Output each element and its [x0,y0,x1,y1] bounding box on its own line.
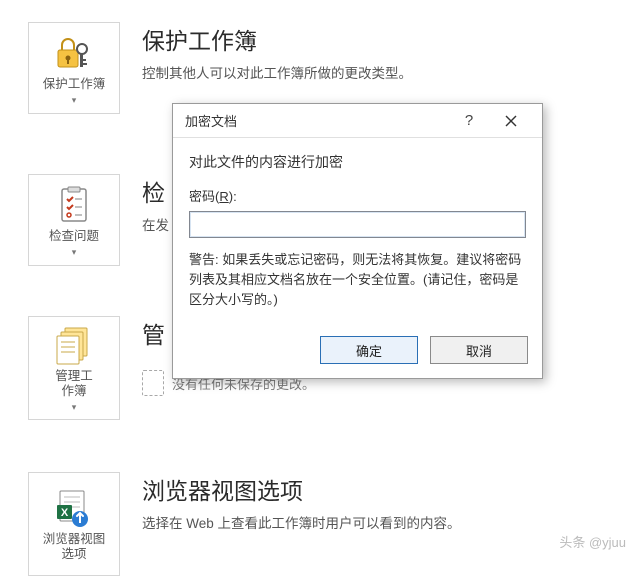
section-browser: 浏览器视图选项 选择在 Web 上查看此工作簿时用户可以看到的内容。 [142,472,461,532]
dialog-titlebar: 加密文档 ? [173,104,542,138]
section-desc: 选择在 Web 上查看此工作簿时用户可以看到的内容。 [142,512,461,532]
section-desc-partial: 在发 [142,214,169,234]
document-stack-icon [52,325,96,365]
encrypt-document-dialog: 加密文档 ? 对此文件的内容进行加密 密码(R): 警告: 如果丢失或忘记密码，… [172,103,543,379]
empty-doc-icon [142,370,164,396]
tile-inspect-issues[interactable]: 检查问题 ▾ [28,174,120,266]
section-title: 保护工作簿 [142,22,412,56]
chevron-down-icon: ▾ [72,402,77,413]
tile-label: 浏览器视图 选项 [43,532,106,562]
section-title: 浏览器视图选项 [142,472,461,506]
dialog-heading: 对此文件的内容进行加密 [189,152,526,172]
svg-text:X: X [61,507,69,519]
tile-protect-workbook[interactable]: 保护工作簿 ▾ [28,22,120,114]
chevron-down-icon: ▾ [72,95,77,106]
tile-label: 管理工 作簿 [55,369,93,399]
password-input[interactable] [189,211,526,238]
section-protect: 保护工作簿 控制其他人可以对此工作簿所做的更改类型。 [142,22,412,82]
dialog-title-text: 加密文档 [185,111,237,130]
password-label: 密码(R): [189,186,526,205]
tile-manage-workbook[interactable]: 管理工 作簿 ▾ [28,316,120,420]
section-title-partial: 检 [142,174,169,208]
tile-label: 检查问题 [49,229,99,244]
watermark: 头条 @yjuu [559,532,626,551]
chevron-down-icon: ▾ [72,247,77,258]
close-icon [505,115,517,127]
tile-browser-view[interactable]: X 浏览器视图 选项 [28,472,120,576]
close-button[interactable] [490,106,532,136]
ok-button[interactable]: 确定 [320,336,418,364]
password-warning: 警告: 如果丢失或忘记密码，则无法将其恢复。建议将密码列表及其相应文档名放在一个… [189,250,526,310]
section-inspect: 检 在发 [142,174,169,234]
excel-globe-icon: X [52,488,96,528]
checklist-icon [52,185,96,225]
tile-label: 保护工作簿 [43,77,106,92]
lock-key-icon [52,33,96,73]
section-desc: 控制其他人可以对此工作簿所做的更改类型。 [142,62,412,82]
help-button[interactable]: ? [448,106,490,136]
cancel-button[interactable]: 取消 [430,336,528,364]
